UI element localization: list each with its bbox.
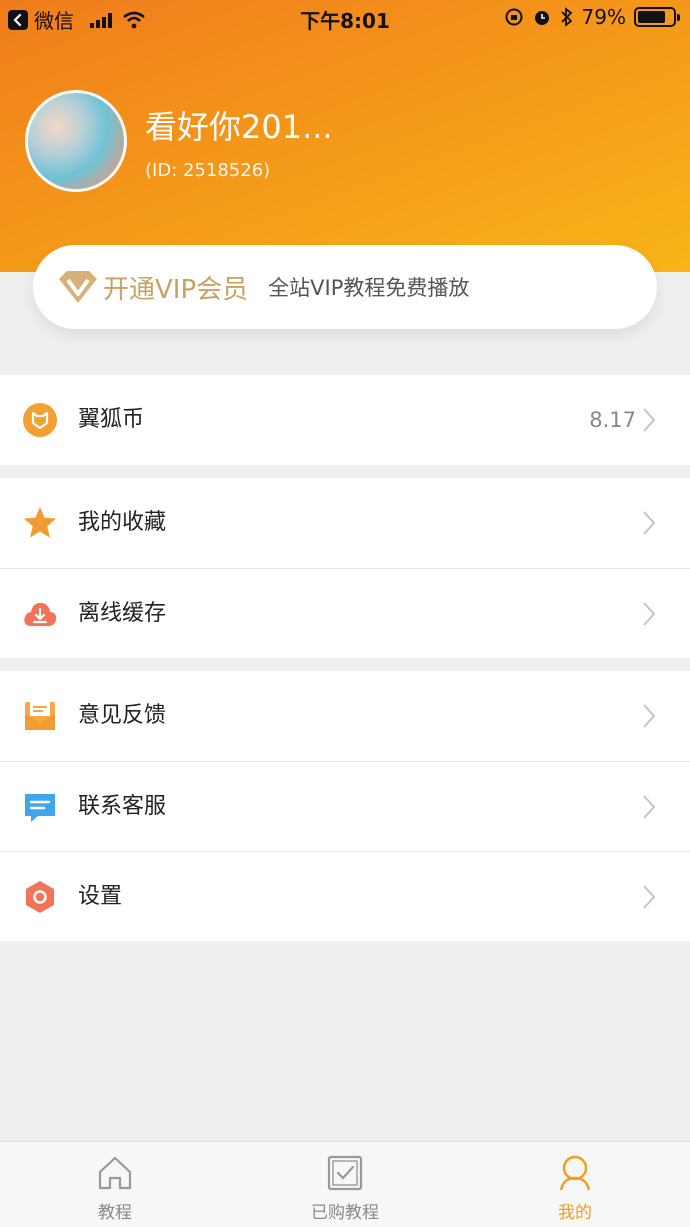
star-icon — [24, 507, 56, 538]
bluetooth-icon — [560, 7, 572, 27]
menu-label: 意见反馈 — [78, 703, 167, 728]
menu-item-settings[interactable]: 设置 — [0, 851, 690, 941]
battery-percent: 79% — [581, 5, 626, 29]
menu-item-customer-service[interactable]: 联系客服 — [0, 761, 690, 851]
chevron-right-icon — [643, 885, 656, 909]
chevron-right-icon — [643, 602, 656, 626]
menu-item-feedback[interactable]: 意见反馈 — [0, 671, 690, 761]
menu-label: 联系客服 — [78, 794, 167, 819]
tab-purchased[interactable]: 已购教程 — [230, 1142, 460, 1227]
alarm-icon — [534, 11, 549, 25]
chevron-right-icon — [643, 511, 656, 535]
menu-item-favorites[interactable]: 我的收藏 — [0, 478, 690, 568]
menu-label: 我的收藏 — [78, 510, 167, 535]
orientation-lock-icon — [505, 8, 523, 26]
tab-label: 教程 — [98, 1203, 132, 1223]
chevron-right-icon — [643, 795, 656, 819]
menu-item-coins[interactable]: 翼狐币 8.17 — [0, 375, 690, 465]
battery-icon — [634, 7, 680, 27]
collection-group: 我的收藏 离线缓存 — [0, 478, 690, 658]
coins-group: 翼狐币 8.17 — [0, 375, 690, 465]
hexagon-settings-icon — [26, 881, 54, 913]
menu-label: 设置 — [78, 884, 123, 909]
vip-description: 全站VIP教程免费播放 — [268, 276, 470, 300]
chevron-right-icon — [643, 408, 656, 432]
fox-coin-icon — [23, 403, 57, 437]
support-group: 意见反馈 联系客服 设置 — [0, 671, 690, 941]
user-icon — [559, 1155, 591, 1191]
vip-title: 开通VIP会员 — [103, 274, 249, 305]
tab-label: 已购教程 — [311, 1203, 379, 1223]
diamond-v-icon — [59, 271, 97, 303]
menu-item-offline-cache[interactable]: 离线缓存 — [0, 568, 690, 658]
chevron-right-icon — [643, 704, 656, 728]
tab-tutorials[interactable]: 教程 — [0, 1142, 230, 1227]
menu-label: 翼狐币 — [78, 407, 145, 432]
download-cloud-icon — [24, 602, 57, 626]
menu-label: 离线缓存 — [78, 601, 167, 626]
purchased-check-icon — [327, 1155, 363, 1191]
tab-label: 我的 — [558, 1203, 592, 1223]
status-bar: 微信 下午8:01 79% — [0, 0, 690, 36]
avatar[interactable] — [25, 90, 127, 192]
tab-bar: 教程 已购教程 我的 — [0, 1141, 690, 1227]
username[interactable]: 看好你201... — [145, 102, 333, 148]
vip-banner[interactable]: 开通VIP会员 全站VIP教程免费播放 — [33, 245, 657, 329]
chat-bubble-icon — [25, 794, 55, 822]
coin-balance: 8.17 — [589, 408, 636, 432]
home-icon — [98, 1156, 132, 1190]
mail-icon — [25, 702, 55, 730]
user-id: (ID: 2518526) — [145, 160, 271, 181]
tab-mine[interactable]: 我的 — [460, 1142, 690, 1227]
